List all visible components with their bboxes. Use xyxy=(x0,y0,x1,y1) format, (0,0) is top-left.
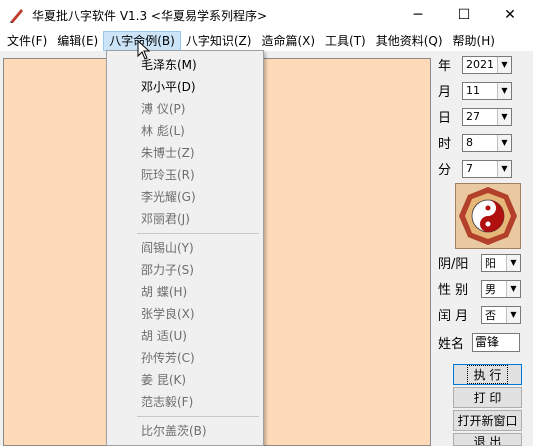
case-jiang-kun[interactable]: 姜 昆(K) xyxy=(107,369,263,391)
taiji-image xyxy=(455,183,521,249)
case-deng-xiaoping[interactable]: 邓小平(D) xyxy=(107,76,263,98)
hour-select[interactable]: 8 ▼ xyxy=(462,133,512,152)
year-label: 年 xyxy=(438,59,452,74)
chevron-down-icon[interactable]: ▼ xyxy=(506,254,520,271)
menu-bazi-knowledge[interactable]: 八字知识(Z) xyxy=(181,31,257,51)
taiji-icon xyxy=(459,187,517,245)
gender-select[interactable]: 男 ▼ xyxy=(481,279,521,298)
bazi-cases-dropdown: 毛泽东(M) 邓小平(D) 溥 仪(P) 林 彪(L) 朱博士(Z) 阮玲玉(R… xyxy=(106,50,264,446)
execute-button[interactable]: 执 行 xyxy=(453,364,522,385)
exit-button[interactable]: 退 出 xyxy=(453,433,522,446)
year-select[interactable]: 2021 ▼ xyxy=(462,55,512,74)
chevron-down-icon[interactable]: ▼ xyxy=(506,306,520,323)
input-panel: 年 2021 ▼ 月 11 ▼ 日 27 ▼ 时 8 ▼ 分 7 ▼ 阴/阳 阳… xyxy=(438,55,530,446)
chevron-down-icon[interactable]: ▼ xyxy=(497,82,511,99)
leap-month-select[interactable]: 否 ▼ xyxy=(481,305,521,324)
chevron-down-icon[interactable]: ▼ xyxy=(497,56,511,73)
case-ruan-lingyu[interactable]: 阮玲玉(R) xyxy=(107,164,263,186)
name-input[interactable]: 雷锋 xyxy=(472,333,520,352)
leap-month-label: 闰 月 xyxy=(438,309,469,324)
mouse-pointer-icon xyxy=(137,39,151,60)
case-pu-yi[interactable]: 溥 仪(P) xyxy=(107,98,263,120)
chevron-down-icon[interactable]: ▼ xyxy=(497,134,511,151)
minimize-button[interactable]: ─ xyxy=(395,0,441,30)
yinyang-select[interactable]: 阳 ▼ xyxy=(481,253,521,272)
menu-help[interactable]: 帮助(H) xyxy=(448,31,500,51)
case-li-guangyao[interactable]: 李光耀(G) xyxy=(107,186,263,208)
chevron-down-icon[interactable]: ▼ xyxy=(497,160,511,177)
gender-label: 性 别 xyxy=(438,283,469,298)
menu-zaoming[interactable]: 造命篇(X) xyxy=(256,31,320,51)
day-select[interactable]: 27 ▼ xyxy=(462,107,512,126)
case-yan-xishan[interactable]: 阎锡山(Y) xyxy=(107,237,263,259)
case-sun-chuanfang[interactable]: 孙传芳(C) xyxy=(107,347,263,369)
close-button[interactable]: ✕ xyxy=(487,0,533,30)
open-new-window-button[interactable]: 打开新窗口 xyxy=(453,410,522,431)
menu-file[interactable]: 文件(F) xyxy=(2,31,52,51)
chevron-down-icon[interactable]: ▼ xyxy=(506,280,520,297)
chevron-down-icon[interactable]: ▼ xyxy=(497,108,511,125)
title-bar: 华夏批八字软件 V1.3 <华夏易学系列程序> ─ ☐ ✕ xyxy=(0,0,533,30)
menu-other-info[interactable]: 其他资料(Q) xyxy=(371,31,448,51)
name-label: 姓名 xyxy=(438,337,465,352)
case-zhang-xueliang[interactable]: 张学良(X) xyxy=(107,303,263,325)
window-title: 华夏批八字软件 V1.3 <华夏易学系列程序> xyxy=(32,8,268,23)
pen-icon xyxy=(8,6,26,24)
day-label: 日 xyxy=(438,111,452,126)
case-shao-lizi[interactable]: 邵力子(S) xyxy=(107,259,263,281)
menu-edit[interactable]: 编辑(E) xyxy=(52,31,103,51)
maximize-button[interactable]: ☐ xyxy=(441,0,487,30)
menu-separator xyxy=(137,416,259,417)
case-hu-die[interactable]: 胡 蝶(H) xyxy=(107,281,263,303)
menu-separator xyxy=(137,233,259,234)
case-lin-biao[interactable]: 林 彪(L) xyxy=(107,120,263,142)
month-select[interactable]: 11 ▼ xyxy=(462,81,512,100)
case-deng-lijun[interactable]: 邓丽君(J) xyxy=(107,208,263,230)
case-zhu-boshi[interactable]: 朱博士(Z) xyxy=(107,142,263,164)
case-mao-zedong[interactable]: 毛泽东(M) xyxy=(107,54,263,76)
print-button[interactable]: 打 印 xyxy=(453,387,522,408)
case-fan-zhiyi[interactable]: 范志毅(F) xyxy=(107,391,263,413)
menu-bar: 文件(F) 编辑(E) 八字命例(B) 八字知识(Z) 造命篇(X) 工具(T)… xyxy=(0,30,533,51)
minute-label: 分 xyxy=(438,163,452,178)
menu-tools[interactable]: 工具(T) xyxy=(320,31,371,51)
minute-select[interactable]: 7 ▼ xyxy=(462,159,512,178)
case-bill-gates[interactable]: 比尔盖茨(B) xyxy=(107,420,263,442)
hour-label: 时 xyxy=(438,137,452,152)
month-label: 月 xyxy=(438,85,452,100)
case-hu-shi[interactable]: 胡 适(U) xyxy=(107,325,263,347)
yinyang-label: 阴/阳 xyxy=(438,257,469,272)
